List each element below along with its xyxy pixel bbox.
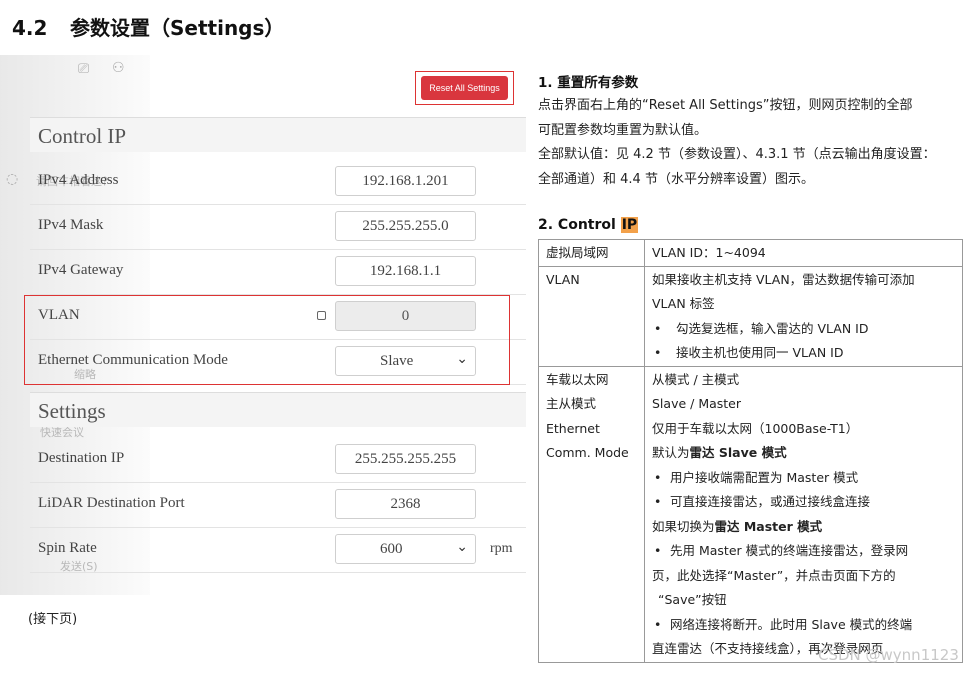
continued-note: (接下页) xyxy=(28,612,78,627)
table-cell: VLAN xyxy=(538,265,645,367)
ipv4-mask-input[interactable]: 255.255.255.0 xyxy=(335,211,476,241)
bullet-text: 接收主机也使用同一 VLAN ID xyxy=(676,345,844,360)
cell-line: 主从模式 xyxy=(546,396,597,411)
heading-reset-all: 1. 重置所有参数 xyxy=(538,75,639,91)
cell-line: 车载以太网 xyxy=(546,371,609,387)
destination-port-label: LiDAR Destination Port xyxy=(38,495,185,511)
bullet-item: • 先用 Master 模式的终端连接雷达，登录网 xyxy=(654,543,909,558)
bullet-item: • 网络连接将断开。此时用 Slave 模式的终端 xyxy=(654,616,913,632)
spin-rate-select[interactable]: 600 ⌄ xyxy=(335,534,476,564)
cell-line: 页，此处选择“Master”，并点击页面下方的 xyxy=(652,567,896,583)
ipv4-mask-label: IPv4 Mask xyxy=(38,217,104,233)
ipv4-address-input[interactable]: 192.168.1.201 xyxy=(335,166,476,196)
cell-bold-text: 雷达 Master 模式 xyxy=(714,518,823,534)
circle-check-icon: ◌ xyxy=(6,171,19,187)
watermark: CSDN @wynn1123 xyxy=(818,646,959,664)
vlan-mode-highlight-box xyxy=(24,295,510,385)
add-user-icon: ⚇ xyxy=(112,60,125,76)
row-destination-ip: Destination IP 255.255.255.255 xyxy=(30,437,526,483)
bullet-item: • 勾选复选框，输入雷达的 VLAN ID xyxy=(654,320,869,336)
table-cell: 虚拟局域网 xyxy=(538,239,645,267)
cell-line: 默认为雷达 Slave 模式 xyxy=(652,441,956,466)
table-cell: 如果接收主机支持 VLAN，雷达数据传输可添加 VLAN 标签 • 勾选复选框，输… xyxy=(644,265,963,367)
row-destination-port: LiDAR Destination Port 2368 xyxy=(30,482,526,528)
cell-line: 如果接收主机支持 VLAN，雷达数据传输可添加 xyxy=(652,271,915,287)
cell-line: 从模式 / 主模式 xyxy=(652,371,740,387)
cell-text: 默认为 xyxy=(652,445,690,460)
video-icon: ⎚ xyxy=(78,61,90,77)
row-ipv4-mask: IPv4 Mask 255.255.255.0 xyxy=(30,204,526,250)
table-cell: VLAN ID：1~4094 xyxy=(644,239,963,267)
settings-screenshot: ⎚ ⚇ ◌ 请回车相看这？ 缩略 快速会议 发送(S) Reset All Se… xyxy=(0,55,530,595)
section-title: 4.2 参数设置（Settings） xyxy=(12,12,284,41)
group-title-control-ip: Control IP xyxy=(38,124,127,148)
destination-port-input[interactable]: 2368 xyxy=(335,489,476,519)
bullet-text: 勾选复选框，输入雷达的 VLAN ID xyxy=(676,320,869,336)
cell-line: “Save”按钮 xyxy=(658,592,727,607)
table-row: 车载以太网 主从模式 Ethernet Comm. Mode 从模式 / 主模式… xyxy=(538,365,963,663)
ipv4-gateway-label: IPv4 Gateway xyxy=(38,262,124,278)
cell-line: Slave / Master xyxy=(652,396,742,411)
destination-ip-input[interactable]: 255.255.255.255 xyxy=(335,444,476,474)
bullet-item: • 用户接收端需配置为 Master 模式 xyxy=(654,469,859,485)
para-line: 全部通道）和 4.4 节（水平分辨率设置）图示。 xyxy=(538,171,814,187)
para-line: 全部默认值：见 4.2 节（参数设置）、4.3.1 节（点云输出角度设置： xyxy=(538,147,936,162)
table-row: VLAN 如果接收主机支持 VLAN，雷达数据传输可添加 VLAN 标签 • 勾选… xyxy=(538,265,963,367)
cell-line: Ethernet xyxy=(546,420,600,436)
cell-line: VLAN 标签 xyxy=(652,296,715,311)
cell-text: 如果切换为 xyxy=(652,518,715,534)
destination-ip-label: Destination IP xyxy=(38,450,125,466)
row-spin-rate: Spin Rate 600 ⌄ rpm xyxy=(30,527,526,573)
para-line: 可配置参数均重置为默认值。 xyxy=(538,122,708,138)
section-title-text: 参数设置（Settings） xyxy=(70,16,285,40)
reset-all-settings-button[interactable]: Reset All Settings xyxy=(421,76,508,100)
group-title-settings: Settings xyxy=(38,399,106,423)
reset-description: 点击界面右上角的“Reset All Settings”按钮，则网页控制的全部 … xyxy=(538,94,966,192)
bullet-text: 先用 Master 模式的终端连接雷达，登录网 xyxy=(670,543,909,558)
table-cell: 车载以太网 主从模式 Ethernet Comm. Mode xyxy=(538,365,645,663)
bullet-text: 可直接连接雷达，或通过接线盒连接 xyxy=(670,494,871,509)
heading-control-ip-highlight: IP xyxy=(620,217,639,233)
section-number: 4.2 xyxy=(12,16,48,40)
row-ipv4-address: IPv4 Address 192.168.1.201 xyxy=(30,159,526,205)
control-ip-table: 虚拟局域网 VLAN ID：1~4094 VLAN 如果接收主机支持 VLAN，… xyxy=(538,239,963,663)
para-line: 点击界面右上角的“Reset All Settings”按钮，则网页控制的全部 xyxy=(538,98,913,113)
cell-bold-text: 雷达 Slave 模式 xyxy=(689,445,787,460)
spin-rate-value: 600 xyxy=(380,540,403,557)
spin-rate-unit: rpm xyxy=(490,541,513,556)
bullet-item: • 可直接连接雷达，或通过接线盒连接 xyxy=(654,494,871,509)
group-header-settings: Settings xyxy=(30,392,526,427)
cell-line: 如果切换为雷达 Master 模式 xyxy=(652,515,956,540)
table-cell: 从模式 / 主模式 Slave / Master 仅用于车载以太网（1000Ba… xyxy=(644,365,963,663)
group-header-control-ip: Control IP xyxy=(30,117,526,152)
table-row: 虚拟局域网 VLAN ID：1~4094 xyxy=(538,239,963,267)
heading-control-ip: 2. Control IP xyxy=(538,217,639,233)
ipv4-address-label: IPv4 Address xyxy=(38,172,119,188)
bullet-text: 用户接收端需配置为 Master 模式 xyxy=(670,469,859,485)
ipv4-gateway-input[interactable]: 192.168.1.1 xyxy=(335,256,476,286)
spin-rate-label: Spin Rate xyxy=(38,540,97,556)
bullet-item: • 接收主机也使用同一 VLAN ID xyxy=(654,345,844,360)
bullet-text: 网络连接将断开。此时用 Slave 模式的终端 xyxy=(670,616,913,632)
explanation-column: 1. 重置所有参数 点击界面右上角的“Reset All Settings”按钮… xyxy=(538,0,980,674)
row-ipv4-gateway: IPv4 Gateway 192.168.1.1 xyxy=(30,249,526,295)
cell-line: 仅用于车载以太网（1000Base-T1） xyxy=(652,420,859,436)
chevron-down-icon: ⌄ xyxy=(456,540,468,555)
cell-line: Comm. Mode xyxy=(546,445,629,460)
heading-control-ip-prefix: 2. Control xyxy=(538,217,621,233)
